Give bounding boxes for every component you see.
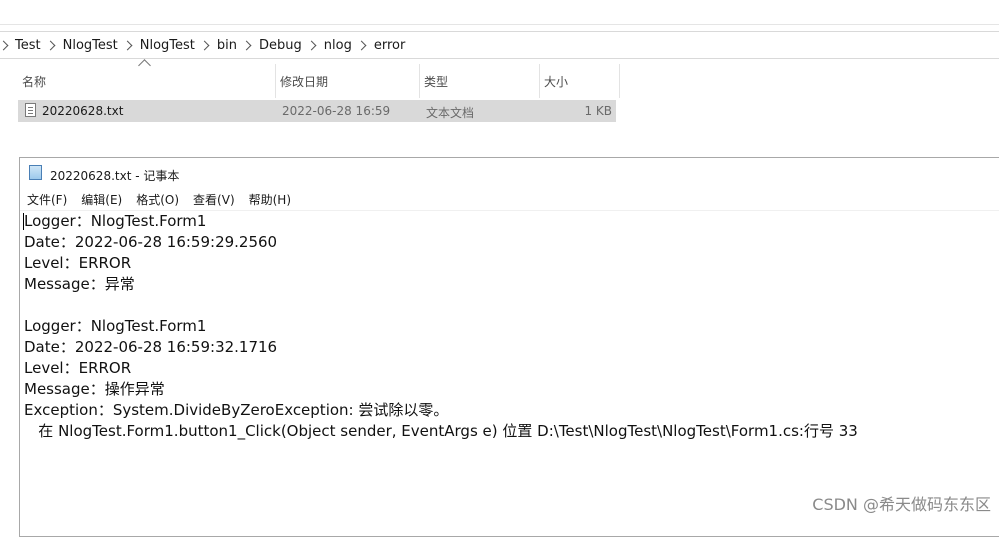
menu-help[interactable]: 帮助(H) <box>249 191 291 208</box>
text-line: Logger：NlogTest.Form1 <box>24 212 207 230</box>
menu-view[interactable]: 查看(V) <box>193 191 235 208</box>
text-line: Date：2022-06-28 16:59:29.2560 <box>24 233 278 251</box>
breadcrumb-item[interactable]: Debug <box>259 38 302 53</box>
column-header-label: 修改日期 <box>280 74 329 89</box>
chevron-right-icon[interactable] <box>122 40 133 50</box>
breadcrumb-item[interactable]: bin <box>217 38 237 53</box>
text-line: 在 NlogTest.Form1.button1_Click(Object se… <box>24 422 858 440</box>
notepad-icon <box>29 165 42 180</box>
chevron-right-icon[interactable] <box>306 40 317 50</box>
window-top-border <box>0 24 999 25</box>
text-line: Exception：System.DivideByZeroException: … <box>24 401 449 419</box>
menu-file[interactable]: 文件(F) <box>27 191 67 208</box>
column-header-label: 大小 <box>544 74 569 89</box>
chevron-right-icon[interactable] <box>0 40 9 50</box>
text-line: Level：ERROR <box>24 359 132 377</box>
column-header-modified[interactable]: 修改日期 <box>276 64 420 98</box>
address-bar[interactable]: Test NlogTest NlogTest bin Debug nlog er… <box>0 31 999 59</box>
text-file-icon <box>25 103 36 117</box>
file-name: 20220628.txt <box>42 104 124 118</box>
breadcrumb: Test NlogTest NlogTest bin Debug nlog er… <box>0 32 405 58</box>
notepad-title-bar[interactable]: 20220628.txt - 记事本 <box>20 158 999 188</box>
chevron-right-icon[interactable] <box>45 40 56 50</box>
file-size: 1 KB <box>584 104 612 118</box>
notepad-window: 20220628.txt - 记事本 文件(F) 编辑(E) 格式(O) 查看(… <box>19 157 999 537</box>
menu-bar: 文件(F) 编辑(E) 格式(O) 查看(V) 帮助(H) <box>20 188 999 210</box>
file-type: 文本文档 <box>426 106 475 120</box>
menu-format[interactable]: 格式(O) <box>136 191 179 208</box>
chevron-right-icon[interactable] <box>199 40 210 50</box>
column-header-label: 类型 <box>424 74 449 89</box>
breadcrumb-item[interactable]: NlogTest <box>140 38 195 53</box>
chevron-right-icon[interactable] <box>241 40 252 50</box>
menu-edit[interactable]: 编辑(E) <box>81 191 122 208</box>
column-header-label: 名称 <box>22 74 47 89</box>
breadcrumb-item[interactable]: Test <box>15 38 41 53</box>
watermark: CSDN @希天做码东东区 <box>812 495 991 514</box>
breadcrumb-item[interactable]: NlogTest <box>63 38 118 53</box>
file-row[interactable]: 20220628.txt 2022-06-28 16:59 文本文档 1 KB <box>18 100 616 122</box>
chevron-right-icon[interactable] <box>356 40 367 50</box>
text-line <box>24 295 994 316</box>
file-modified: 2022-06-28 16:59 <box>282 104 391 118</box>
breadcrumb-item[interactable]: nlog <box>324 38 352 53</box>
column-header-type[interactable]: 类型 <box>420 64 540 98</box>
text-line: Message：操作异常 <box>24 380 165 398</box>
text-editor[interactable]: Logger：NlogTest.Form1 Date：2022-06-28 16… <box>24 211 994 442</box>
window-title: 20220628.txt - 记事本 <box>50 169 180 183</box>
breadcrumb-item[interactable]: error <box>374 38 405 53</box>
text-line: Message：异常 <box>24 275 135 293</box>
text-line: Date：2022-06-28 16:59:32.1716 <box>24 338 278 356</box>
column-header-size[interactable]: 大小 <box>540 64 620 98</box>
column-header-name[interactable]: 名称 <box>18 64 276 98</box>
text-line: Level：ERROR <box>24 254 132 272</box>
text-line: Logger：NlogTest.Form1 <box>24 317 207 335</box>
